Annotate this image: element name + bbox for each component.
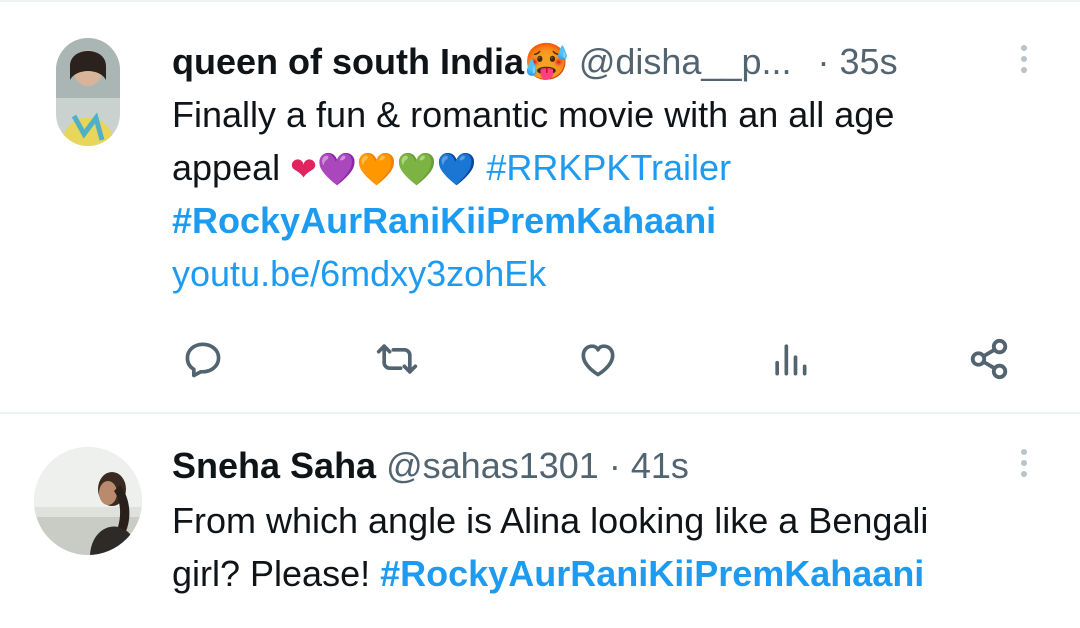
avatar[interactable] [56, 38, 120, 146]
hashtag-link[interactable]: #RockyAurRaniKiiPremKahaani [172, 194, 1052, 247]
tweet-header: Sneha Saha @sahas1301 · 41s [172, 444, 689, 488]
retweet-icon [376, 344, 418, 374]
views-button[interactable] [765, 334, 815, 384]
display-name[interactable]: Sneha Saha [172, 445, 376, 486]
red-heart-emoji: ❤ [290, 151, 317, 187]
tweet-text-fragment: girl? Please! [172, 553, 371, 594]
share-button[interactable] [964, 334, 1014, 384]
hashtag-link[interactable]: #RockyAurRaniKiiPremKahaani [380, 553, 924, 594]
tweet-text: From which angle is Alina looking like a… [172, 494, 1062, 600]
tweet-text-line: From which angle is Alina looking like a… [172, 500, 929, 541]
user-handle[interactable]: @disha__p... [579, 41, 792, 82]
like-icon [581, 344, 615, 377]
display-name[interactable]: queen of south India [172, 41, 524, 82]
timestamp[interactable]: · 41s [609, 445, 689, 486]
tweet-divider [0, 412, 1080, 414]
top-border [0, 0, 1080, 2]
tweet-card[interactable]: queen of south India🥵 @disha__p... · 35s… [0, 0, 1080, 410]
avatar[interactable] [34, 447, 142, 555]
tweet-text-fragment: appeal [172, 147, 281, 188]
tweet-text-line: Finally a fun & romantic movie with an a… [172, 94, 895, 135]
hashtag-link[interactable]: #RRKPKTrailer [486, 147, 731, 188]
tweet-text-line: appeal ❤💜🧡💚💙 #RRKPKTrailer [172, 141, 1052, 194]
more-options-icon[interactable] [1017, 444, 1031, 484]
tweet-text: Finally a fun & romantic movie with an a… [172, 88, 1052, 300]
more-options-icon[interactable] [1017, 40, 1031, 80]
views-icon [775, 344, 807, 376]
url-link[interactable]: youtu.be/6mdxy3zohEk [172, 247, 1052, 300]
blue-heart-emoji: 💙 [436, 151, 477, 187]
reply-icon [185, 342, 221, 378]
tweet-header: queen of south India🥵 @disha__p... · 35s [172, 40, 898, 84]
tweet-text-line: girl? Please! #RockyAurRaniKiiPremKahaan… [172, 547, 1062, 600]
like-button[interactable] [573, 334, 623, 384]
hot-face-emoji: 🥵 [523, 41, 569, 82]
green-heart-emoji: 💚 [396, 151, 437, 187]
user-handle[interactable]: @sahas1301 [386, 445, 599, 486]
purple-heart-emoji: 💜 [316, 151, 357, 187]
retweet-button[interactable] [372, 334, 422, 384]
reply-button[interactable] [178, 334, 228, 384]
share-icon [970, 338, 1008, 380]
timestamp[interactable]: · 35s [818, 41, 898, 82]
orange-heart-emoji: 🧡 [356, 151, 397, 187]
